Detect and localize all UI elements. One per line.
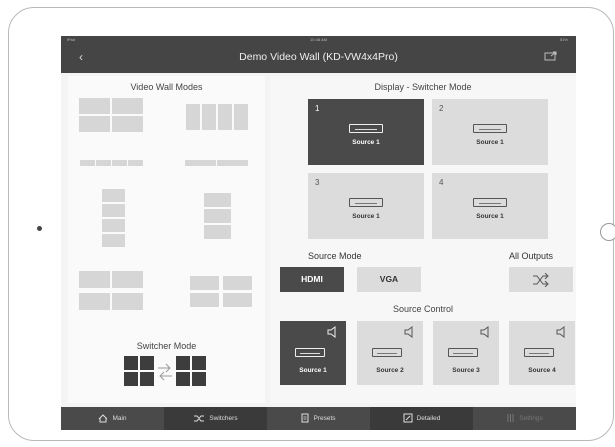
video-wall-modes-panel: Video Wall Modes Switcher Mode xyxy=(68,76,265,403)
display-number: 3 xyxy=(315,178,320,187)
switcher-mode-icon[interactable] xyxy=(124,356,208,388)
wall-mode-2x2-wide[interactable] xyxy=(79,271,144,315)
camera-dot xyxy=(37,226,42,231)
display-switcher-heading: Display - Switcher Mode xyxy=(374,82,472,92)
source-tile-4[interactable]: Source 4 xyxy=(509,321,575,385)
speaker-icon xyxy=(327,326,336,338)
display-source-label: Source 1 xyxy=(476,139,504,146)
tab-label: Presets xyxy=(313,415,336,422)
tab-switchers[interactable]: Switchers xyxy=(164,407,267,430)
detailed-icon xyxy=(403,413,413,423)
tab-detailed[interactable]: Detailed xyxy=(370,407,473,430)
display-switcher-panel: Display - Switcher Mode 1 Source 1 2 Sou… xyxy=(270,76,576,403)
tab-presets[interactable]: Presets xyxy=(267,407,370,430)
wall-mode-3-vertical[interactable] xyxy=(204,193,232,239)
speaker-icon xyxy=(480,326,489,338)
wall-mode-1x4-wide[interactable] xyxy=(185,160,249,168)
source-label: Source 4 xyxy=(528,367,556,374)
app-screen: iPad 10:48 AM 51% ‹ Demo Video Wall (KD-… xyxy=(61,36,576,430)
source-label: Source 2 xyxy=(376,367,404,374)
status-time: 10:48 AM xyxy=(310,37,327,42)
display-source-label: Source 1 xyxy=(352,139,380,146)
wall-mode-4x1[interactable] xyxy=(80,160,144,168)
display-number: 4 xyxy=(439,178,444,187)
wall-mode-2x2-small[interactable] xyxy=(190,276,252,312)
device-icon xyxy=(372,348,402,357)
source-tile-1[interactable]: Source 1 xyxy=(280,321,346,385)
shuffle-icon xyxy=(194,415,205,422)
shuffle-icon xyxy=(533,272,549,288)
ipad-frame: iPad 10:48 AM 51% ‹ Demo Video Wall (KD-… xyxy=(8,7,615,441)
display-tile-4[interactable]: 4 Source 1 xyxy=(432,173,548,239)
home-button[interactable] xyxy=(600,223,615,241)
bottom-tab-bar: Main Switchers Presets Detailed Settings xyxy=(61,407,576,430)
display-number: 2 xyxy=(439,104,444,113)
tab-main[interactable]: Main xyxy=(61,407,164,430)
tab-label: Main xyxy=(112,415,127,422)
status-battery: 51% xyxy=(559,37,568,42)
hdmi-button[interactable]: HDMI xyxy=(280,267,344,292)
source-control-heading: Source Control xyxy=(392,304,454,314)
all-outputs-shuffle-button[interactable] xyxy=(509,267,573,292)
display-number: 1 xyxy=(315,104,320,113)
tab-label: Switchers xyxy=(209,415,238,422)
tab-settings[interactable]: Settings xyxy=(473,407,576,430)
all-outputs-label: All Outputs xyxy=(509,251,554,261)
source-label: Source 1 xyxy=(299,367,327,374)
display-tile-3[interactable]: 3 Source 1 xyxy=(308,173,424,239)
speaker-icon xyxy=(556,326,565,338)
device-icon xyxy=(524,348,554,357)
wall-mode-1x4[interactable] xyxy=(186,104,250,132)
display-source-label: Source 1 xyxy=(476,213,504,220)
presets-icon xyxy=(301,413,309,423)
device-icon xyxy=(295,348,325,357)
video-wall-modes-heading: Video Wall Modes xyxy=(130,82,203,92)
tab-label: Settings xyxy=(519,415,543,422)
wall-mode-2x2[interactable] xyxy=(79,98,144,134)
display-tile-2[interactable]: 2 Source 1 xyxy=(432,99,548,165)
device-icon xyxy=(473,198,507,207)
vga-button[interactable]: VGA xyxy=(357,267,421,292)
source-tile-2[interactable]: Source 2 xyxy=(357,321,423,385)
title-bar: iPad 10:48 AM 51% ‹ Demo Video Wall (KD-… xyxy=(61,36,576,73)
tab-label: Detailed xyxy=(416,415,441,422)
source-label: Source 3 xyxy=(452,367,480,374)
device-icon xyxy=(349,198,383,207)
share-icon[interactable] xyxy=(544,50,558,62)
switcher-mode-heading: Switcher Mode xyxy=(136,341,197,351)
home-icon xyxy=(99,414,108,423)
source-tile-3[interactable]: Source 3 xyxy=(433,321,499,385)
swap-arrows-icon xyxy=(158,363,172,381)
device-icon xyxy=(473,124,507,133)
display-tile-1[interactable]: 1 Source 1 xyxy=(308,99,424,165)
settings-icon xyxy=(507,414,514,423)
speaker-icon xyxy=(404,326,413,338)
page-title: Demo Video Wall (KD-VW4x4Pro) xyxy=(239,51,398,63)
source-mode-label: Source Mode xyxy=(308,251,362,261)
device-icon xyxy=(349,124,383,133)
wall-mode-4-vertical[interactable] xyxy=(102,189,126,247)
display-source-label: Source 1 xyxy=(352,213,380,220)
device-icon xyxy=(448,348,478,357)
